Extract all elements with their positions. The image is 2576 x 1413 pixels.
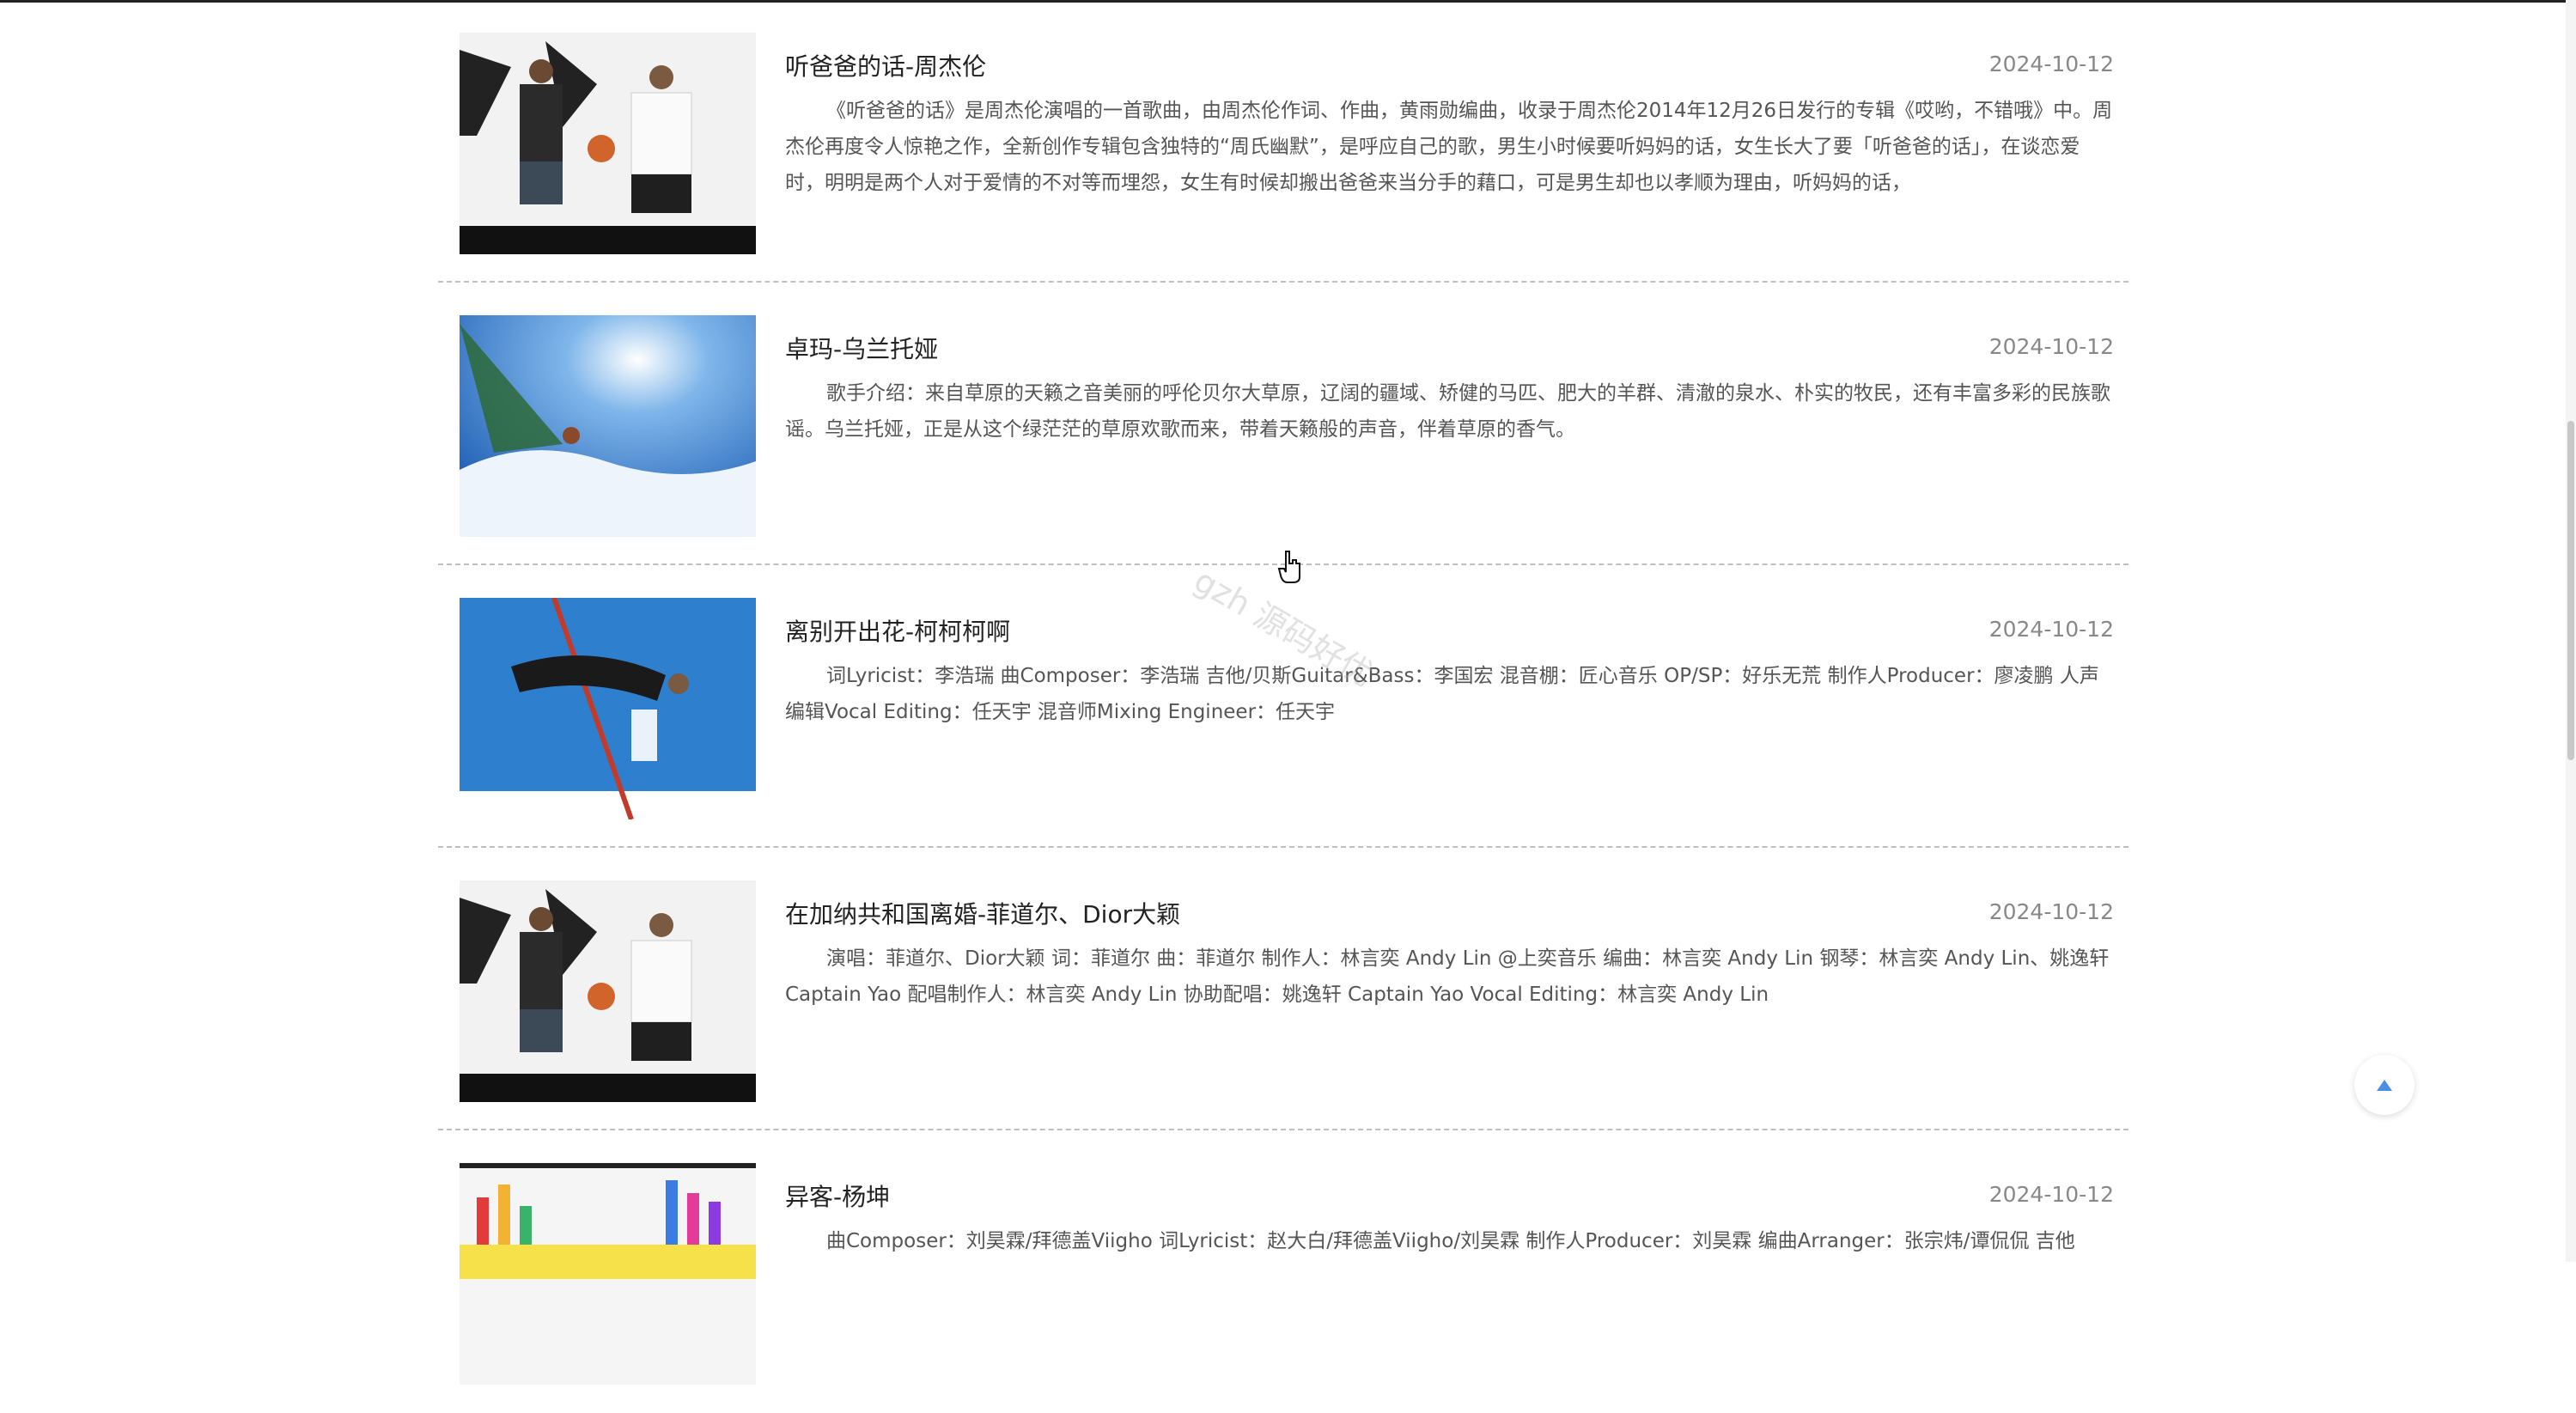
article-title[interactable]: 卓玛-乌兰托娅 <box>785 331 938 365</box>
article-thumbnail[interactable] <box>460 1163 756 1385</box>
basketball-image <box>460 880 756 1102</box>
article-date: 2024-10-12 <box>1988 52 2114 76</box>
article-title[interactable]: 离别开出花-柯柯柯啊 <box>785 613 1010 648</box>
highjump-image <box>460 598 756 819</box>
arrow-up-icon <box>2377 1079 2392 1091</box>
basketball-image <box>460 33 756 254</box>
article-date: 2024-10-12 <box>1988 1182 2114 1207</box>
article-desc: 歌手介绍：来自草原的天籁之音美丽的呼伦贝尔大草原，辽阔的疆域、矫健的马匹、肥大的… <box>785 382 2110 441</box>
article-item[interactable]: 在加纳共和国离婚-菲道尔、Dior大颖 2024-10-12 演唱：菲道尔、Di… <box>438 848 2128 1130</box>
banner-image <box>460 1163 756 1385</box>
article-thumbnail[interactable] <box>460 33 756 254</box>
article-date: 2024-10-12 <box>1988 617 2114 642</box>
article-title[interactable]: 听爸爸的话-周杰伦 <box>785 48 986 82</box>
hand-cursor-icon <box>1277 551 1300 583</box>
article-desc: 曲Composer：刘昊霖/拜德盖Viigho 词Lyricist：赵大白/拜德… <box>826 1230 2075 1252</box>
article-date: 2024-10-12 <box>1988 334 2114 359</box>
back-to-top-button[interactable] <box>2354 1055 2415 1115</box>
article-thumbnail[interactable] <box>460 880 756 1102</box>
article-title[interactable]: 在加纳共和国离婚-菲道尔、Dior大颖 <box>785 896 1180 930</box>
article-item[interactable]: 听爸爸的话-周杰伦 2024-10-12 《听爸爸的话》是周杰伦演唱的一首歌曲，… <box>438 0 2128 283</box>
article-desc: 词Lyricist：李浩瑞 曲Composer：李浩瑞 吉他/贝斯Guitar&… <box>785 665 2099 723</box>
scrollbar[interactable] <box>2566 0 2576 1262</box>
article-title[interactable]: 异客-杨坤 <box>785 1179 890 1213</box>
scrollbar-thumb[interactable] <box>2567 421 2574 760</box>
article-thumbnail[interactable] <box>460 315 756 537</box>
article-item[interactable]: 卓玛-乌兰托娅 2024-10-12 歌手介绍：来自草原的天籁之音美丽的呼伦贝尔… <box>438 283 2128 565</box>
article-item[interactable]: 异客-杨坤 2024-10-12 曲Composer：刘昊霖/拜德盖Viigho… <box>438 1130 2128 1413</box>
article-date: 2024-10-12 <box>1988 899 2114 924</box>
windsurf-image <box>460 315 756 537</box>
article-desc: 《听爸爸的话》是周杰伦演唱的一首歌曲，由周杰伦作词、作曲，黄雨勋编曲，收录于周杰… <box>785 100 2113 194</box>
article-thumbnail[interactable] <box>460 598 756 819</box>
article-desc: 演唱：菲道尔、Dior大颖 词：菲道尔 曲：菲道尔 制作人：林言奕 Andy L… <box>785 947 2110 1006</box>
